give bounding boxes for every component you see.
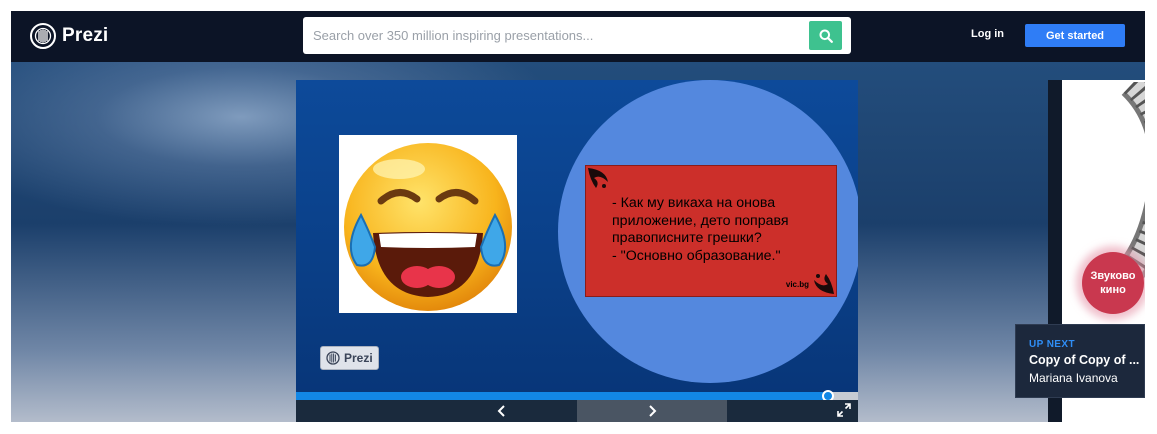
- presentation-viewer: Prezi Log in Get started: [11, 11, 1145, 422]
- login-link[interactable]: Log in: [971, 28, 1004, 40]
- previous-step-button[interactable]: [427, 400, 577, 422]
- brand-name: Prezi: [62, 25, 109, 46]
- top-navbar: Prezi Log in Get started: [11, 11, 1145, 62]
- prezi-logo-icon: [30, 23, 56, 49]
- laughing-emoji-image: [339, 135, 517, 313]
- up-next-author: Mariana Ivanova: [1029, 371, 1118, 385]
- fullscreen-icon: [837, 403, 851, 417]
- search-input[interactable]: [303, 17, 803, 54]
- prezi-watermark[interactable]: Prezi: [320, 346, 379, 370]
- watermark-label: Prezi: [344, 351, 373, 365]
- up-next-card[interactable]: UP NEXT Copy of Copy of ... Mariana Ivan…: [1015, 324, 1145, 398]
- joke-text: - Как му викаха на онова приложение, дет…: [612, 195, 789, 264]
- ornament-bottom-right-icon: [814, 274, 834, 294]
- chevron-left-icon: [497, 405, 505, 417]
- prezi-logo[interactable]: Prezi: [30, 22, 108, 50]
- prezi-watermark-icon: [326, 351, 340, 365]
- chevron-right-icon: [649, 405, 657, 417]
- search-icon: [819, 29, 833, 43]
- next-thumbnail-badge: Звуково кино: [1082, 252, 1144, 314]
- search-bar: [303, 17, 851, 54]
- next-step-button[interactable]: [577, 400, 727, 422]
- progress-fill: [296, 392, 829, 400]
- up-next-label: UP NEXT: [1029, 339, 1075, 350]
- quote-signature: vic.bg: [785, 280, 809, 289]
- presentation-slide[interactable]: - Как му викаха на онова приложение, дет…: [296, 80, 858, 392]
- up-next-title[interactable]: Copy of Copy of ...: [1029, 353, 1139, 367]
- joke-card: - Как му викаха на онова приложение, дет…: [585, 165, 837, 297]
- fullscreen-button[interactable]: [836, 403, 852, 419]
- search-button[interactable]: [809, 21, 842, 50]
- playback-controls: [296, 400, 858, 422]
- get-started-button[interactable]: Get started: [1025, 24, 1125, 47]
- presentation-progress-bar[interactable]: [296, 390, 858, 402]
